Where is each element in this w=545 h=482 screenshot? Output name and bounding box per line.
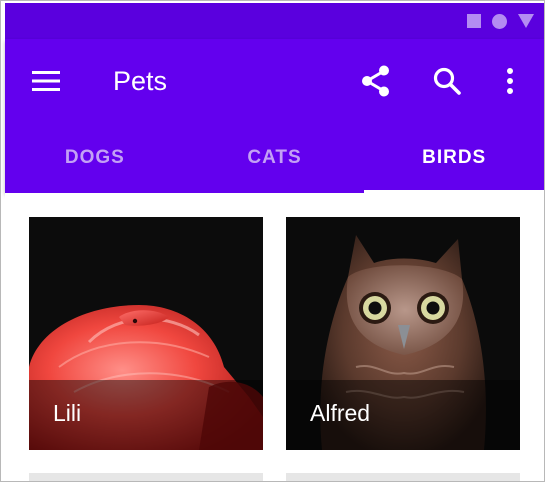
more-options-button[interactable] [490, 61, 530, 101]
pet-card-partial [286, 473, 520, 481]
search-button[interactable] [427, 61, 467, 101]
card-caption: Lili [29, 380, 263, 450]
menu-button[interactable] [29, 67, 63, 95]
tab-dogs[interactable]: DOGS [5, 123, 185, 193]
app-bar: Pets DOGS CATS BIRDS [5, 39, 544, 193]
status-bar [5, 3, 544, 39]
share-icon [362, 65, 389, 97]
pet-name: Lili [53, 400, 82, 426]
square-icon [467, 14, 481, 28]
pet-name: Alfred [310, 400, 371, 426]
tab-cats[interactable]: CATS [185, 123, 365, 193]
card-caption: Alfred [286, 380, 520, 450]
photo-grid: Lili Alfred [5, 193, 544, 481]
triangle-icon [518, 14, 534, 28]
share-button[interactable] [356, 61, 396, 101]
more-vert-icon [507, 68, 513, 94]
pet-card[interactable]: Lili [29, 217, 263, 450]
circle-icon [492, 13, 507, 29]
tab-bar: DOGS CATS BIRDS [5, 123, 544, 193]
toolbar: Pets [5, 39, 544, 123]
tab-birds[interactable]: BIRDS [364, 123, 544, 193]
app-screen: Pets DOGS CATS BIRDS Lili Alfred [0, 0, 545, 482]
pet-card[interactable]: Alfred [286, 217, 520, 450]
menu-icon [32, 71, 60, 91]
page-title: Pets [113, 66, 168, 96]
pet-card-partial [29, 473, 263, 481]
search-icon [433, 67, 461, 95]
